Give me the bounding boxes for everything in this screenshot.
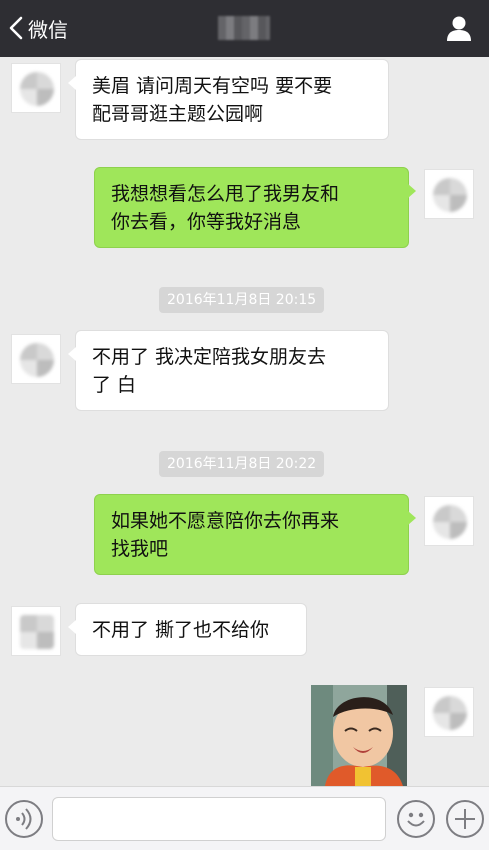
message-line: 配哥哥逛主题公园啊 <box>92 103 264 125</box>
crying-child-photo[interactable] <box>311 685 407 786</box>
message-bubble-received[interactable]: 不用了 撕了也不给你 <box>68 603 307 656</box>
message-line: 我想想看怎么甩了我男友和 <box>111 183 340 205</box>
input-toolbar <box>0 786 489 850</box>
more-button[interactable] <box>446 800 484 838</box>
message-line: 美眉 请问周天有空吗 要不要 <box>92 75 333 97</box>
emoji-button[interactable] <box>397 800 435 838</box>
message-line: 你去看，你等我好消息 <box>111 211 302 233</box>
voice-button[interactable] <box>5 800 43 838</box>
message-bubble-sent[interactable]: 我想想看怎么甩了我男友和 你去看，你等我好消息 <box>94 167 416 248</box>
person-icon <box>447 16 471 41</box>
back-button[interactable]: 微信 <box>8 10 68 46</box>
my-avatar[interactable] <box>424 496 474 546</box>
timestamp: 2016年11月8日 20:15 <box>159 287 325 313</box>
title-bar: 微信 <box>0 0 489 57</box>
message-bubble-received[interactable]: 不用了 我决定陪我女朋友去 了 白 <box>68 330 389 411</box>
back-label: 微信 <box>28 17 68 42</box>
contact-avatar[interactable] <box>11 334 61 384</box>
plus-icon <box>455 809 475 829</box>
chat-area[interactable]: 美眉 请问周天有空吗 要不要 配哥哥逛主题公园啊 我想想看怎么甩了我男友和 你去… <box>0 57 489 786</box>
message-line: 找我吧 <box>111 538 169 560</box>
emoji-icon <box>407 812 425 827</box>
message-input[interactable] <box>52 797 386 841</box>
message-line: 了 白 <box>92 374 137 396</box>
timestamp: 2016年11月8日 20:22 <box>159 451 325 477</box>
message-line: 不用了 撕了也不给你 <box>92 619 270 641</box>
contact-avatar[interactable] <box>11 63 61 113</box>
my-avatar[interactable] <box>424 687 474 737</box>
message-bubble-received[interactable]: 美眉 请问周天有空吗 要不要 配哥哥逛主题公园啊 <box>68 59 389 140</box>
voice-icon <box>16 808 32 830</box>
message-bubble-sent[interactable]: 如果她不愿意陪你去你再来 找我吧 <box>94 494 416 575</box>
message-line: 不用了 我决定陪我女朋友去 <box>92 346 327 368</box>
contact-avatar[interactable] <box>11 606 61 656</box>
my-avatar[interactable] <box>424 169 474 219</box>
photo-image <box>311 685 407 786</box>
chat-title-redacted <box>218 16 270 40</box>
chat-info-button[interactable] <box>445 14 473 42</box>
message-line: 如果她不愿意陪你去你再来 <box>111 510 340 532</box>
chevron-left-icon <box>9 16 23 40</box>
